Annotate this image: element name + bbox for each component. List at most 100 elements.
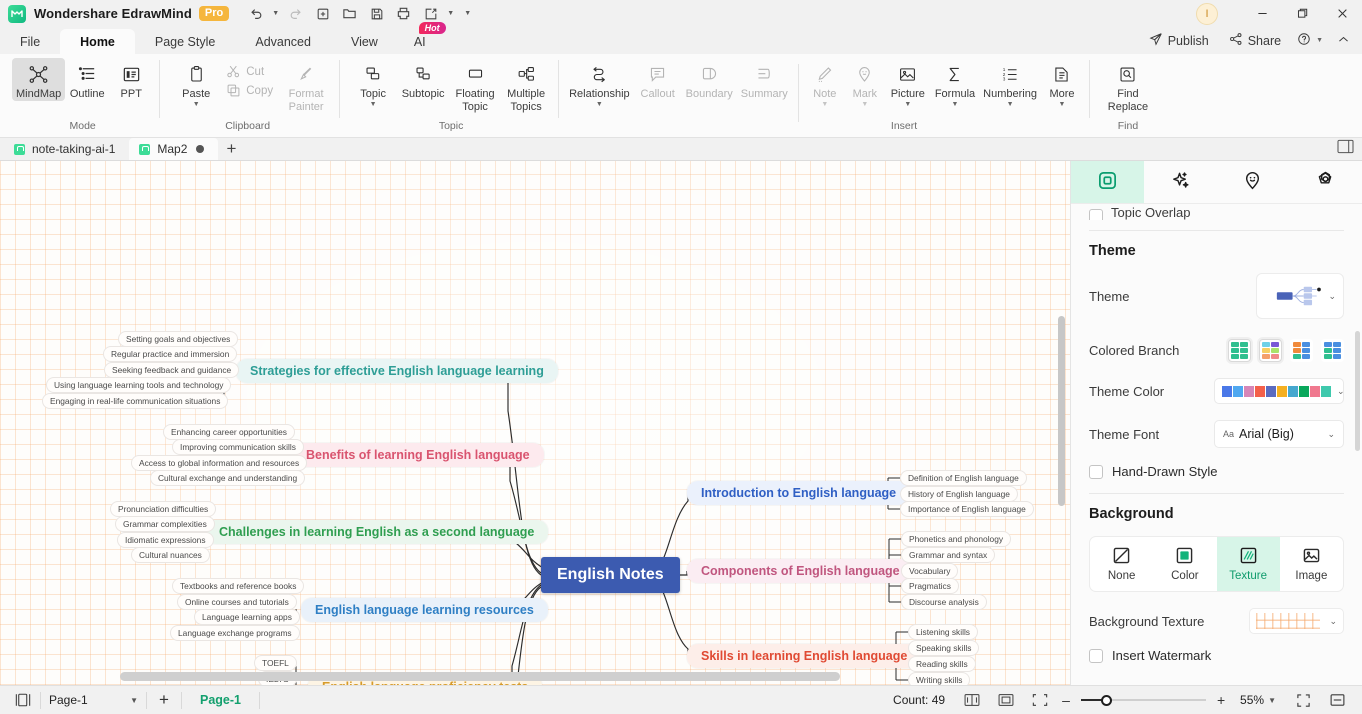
cut-button[interactable]: Cut (220, 62, 279, 81)
background-texture-select[interactable]: ⌄ (1249, 608, 1344, 634)
share-button[interactable]: Share (1221, 29, 1289, 52)
subtopic[interactable]: Language exchange programs (170, 625, 300, 641)
canvas-vertical-scroll-thumb[interactable] (1058, 316, 1065, 506)
fit-width-icon[interactable] (1023, 686, 1057, 714)
ppt-button[interactable]: PPT (109, 58, 153, 101)
tab-ai[interactable]: AI Hot (398, 22, 446, 54)
mindmap-button[interactable]: MindMap (12, 58, 66, 101)
zoom-in-button[interactable]: + (1212, 692, 1230, 708)
subtopic[interactable]: Seeking feedback and guidance (104, 362, 240, 378)
toggle-panel-button[interactable] (1337, 139, 1354, 157)
topic-button[interactable]: Topic ▼ (350, 58, 396, 109)
format-painter-button[interactable]: Format Painter (279, 58, 333, 113)
canvas-vertical-scrollbar[interactable] (1058, 161, 1067, 685)
zoom-level-label[interactable]: 55% (1230, 693, 1264, 707)
subtopic[interactable]: Cultural exchange and understanding (150, 470, 306, 486)
tab-clipart[interactable] (1217, 161, 1290, 203)
topic-overlap-checkbox[interactable] (1089, 209, 1103, 220)
hand-drawn-style-checkbox[interactable] (1089, 464, 1103, 479)
paste-button[interactable]: Paste ▼ (172, 58, 220, 109)
colored-branch-option-2[interactable] (1259, 339, 1282, 362)
subtopic[interactable]: Using language learning tools and techno… (46, 377, 232, 393)
theme-color-dropdown-icon[interactable]: ⌄ (1337, 386, 1345, 397)
subtopic[interactable]: Access to global information and resourc… (131, 455, 308, 471)
panel-scroll-thumb[interactable] (1355, 331, 1360, 451)
copy-button[interactable]: Copy (220, 81, 279, 100)
subtopic[interactable]: Setting goals and objectives (118, 331, 239, 347)
subtopic[interactable]: Discourse analysis (901, 594, 987, 610)
colored-branch-option-1[interactable] (1228, 339, 1251, 362)
subtopic[interactable]: Improving communication skills (172, 439, 304, 455)
main-topic-resources[interactable]: English language learning resources (301, 598, 548, 622)
avatar[interactable]: I (1196, 2, 1218, 25)
subtopic[interactable]: Importance of English language (900, 501, 1034, 517)
outline-button[interactable]: Outline (65, 58, 109, 101)
subtopic[interactable]: Online courses and tutorials (177, 594, 297, 610)
subtopic[interactable]: Grammar complexities (115, 516, 215, 532)
multiple-topics-button[interactable]: Multiple Topics (500, 58, 552, 113)
publish-button[interactable]: Publish (1141, 29, 1217, 52)
help-button[interactable]: ▼ (1293, 29, 1327, 52)
subtopic[interactable]: Language learning apps (194, 609, 300, 625)
main-topic-skills[interactable]: Skills in learning English language (687, 644, 922, 668)
fullscreen-icon[interactable] (1286, 686, 1320, 714)
zoom-dropdown-icon[interactable]: ▼ (1268, 696, 1276, 705)
theme-dropdown-icon[interactable]: ⌄ (1328, 291, 1336, 302)
zoom-out-button[interactable]: – (1057, 692, 1075, 708)
subtopic[interactable]: Textbooks and reference books (172, 578, 305, 594)
theme-preview-select[interactable]: ⌄ (1256, 273, 1344, 319)
root-topic[interactable]: English Notes (541, 557, 680, 593)
colored-branch-option-3[interactable] (1290, 339, 1313, 362)
background-texture-dropdown-icon[interactable]: ⌄ (1329, 616, 1337, 627)
more-button[interactable]: More ▼ (1041, 58, 1083, 109)
subtopic[interactable]: Definition of English language (900, 470, 1027, 486)
hand-drawn-style-row[interactable]: Hand-Drawn Style (1089, 464, 1344, 479)
tab-file[interactable]: File (0, 29, 60, 54)
topic-overlap-row[interactable]: Topic Overlap (1089, 206, 1344, 220)
zoom-slider-knob[interactable] (1101, 694, 1113, 706)
relationship-dropdown-icon[interactable]: ▼ (596, 101, 603, 109)
zoom-slider[interactable] (1081, 686, 1207, 714)
export-dropdown-icon[interactable]: ▼ (445, 3, 456, 25)
subtopic[interactable]: Grammar and syntax (901, 547, 996, 563)
two-page-view-icon[interactable] (955, 686, 989, 714)
doc-tab-map2[interactable]: Map2 (129, 138, 219, 160)
subtopic[interactable]: Regular practice and immersion (103, 346, 238, 362)
insert-watermark-row[interactable]: Insert Watermark (1089, 648, 1344, 663)
more-dropdown-icon[interactable]: ▼ (1059, 101, 1066, 109)
presentation-icon[interactable] (1320, 686, 1354, 714)
open-icon[interactable] (337, 3, 362, 25)
subtopic[interactable]: Speaking skills (908, 640, 980, 656)
main-topic-strategies[interactable]: Strategies for effective English languag… (236, 359, 558, 383)
insert-watermark-checkbox[interactable] (1089, 648, 1103, 663)
numbering-button[interactable]: 123 Numbering ▼ (979, 58, 1041, 109)
mindmap-canvas[interactable]: English Notes Strategies for effective E… (0, 161, 1070, 685)
tab-advanced[interactable]: Advanced (235, 29, 331, 54)
callout-button[interactable]: Callout (634, 58, 682, 101)
maximize-button[interactable] (1282, 0, 1322, 27)
subtopic[interactable]: Pragmatics (901, 578, 959, 594)
undo-dropdown-icon[interactable]: ▼ (270, 3, 281, 25)
main-topic-components[interactable]: Components of English language (687, 559, 914, 583)
tab-home[interactable]: Home (60, 29, 135, 54)
undo-icon[interactable] (243, 3, 268, 25)
tab-page-style[interactable]: Page Style (135, 29, 235, 54)
topic-dropdown-icon[interactable]: ▼ (370, 101, 377, 109)
unsaved-indicator-icon[interactable] (196, 145, 205, 153)
note-dropdown-icon[interactable]: ▼ (821, 101, 828, 109)
subtopic[interactable]: Pronunciation difficulties (110, 501, 217, 517)
minimize-button[interactable] (1242, 0, 1282, 27)
subtopic-button[interactable]: Subtopic (396, 58, 450, 101)
add-page-button[interactable]: + (147, 686, 181, 714)
panel-toggle-icon[interactable] (6, 686, 40, 714)
note-button[interactable]: Note ▼ (805, 58, 845, 109)
numbering-dropdown-icon[interactable]: ▼ (1007, 101, 1014, 109)
print-icon[interactable] (391, 3, 416, 25)
subtopic[interactable]: History of English language (900, 486, 1018, 502)
subtopic[interactable]: Enhancing career opportunities (163, 424, 295, 440)
canvas-horizontal-scroll-thumb[interactable] (120, 672, 840, 681)
picture-dropdown-icon[interactable]: ▼ (904, 101, 911, 109)
current-page-label[interactable]: Page-1 (182, 693, 259, 707)
collapse-ribbon-button[interactable] (1331, 30, 1356, 52)
doc-tab-note-taking-ai-1[interactable]: note-taking-ai-1 (0, 138, 129, 160)
